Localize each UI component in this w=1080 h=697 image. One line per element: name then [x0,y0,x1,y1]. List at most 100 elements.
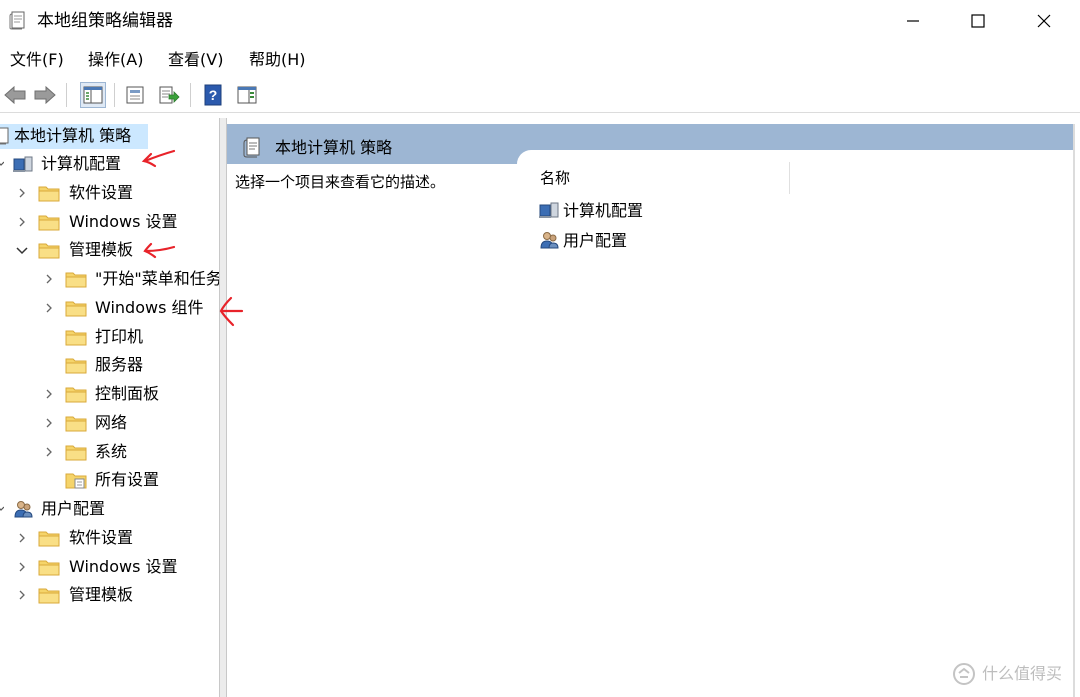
chevron-right-icon[interactable] [43,416,55,430]
tree-item-label: 网络 [95,413,128,432]
tree-item-software-settings[interactable]: 软件设置 [0,179,219,207]
chevron-down-icon[interactable] [15,243,29,257]
chevron-right-icon[interactable] [16,588,28,602]
minimize-button[interactable] [880,0,946,42]
list-item-label: 用户配置 [563,231,628,250]
tree-item-windows-settings[interactable]: Windows 设置 [0,208,219,236]
tree-item-label: 服务器 [95,355,144,374]
folder-icon [65,272,87,288]
menu-help[interactable]: 帮助(H) [247,50,308,70]
tree-item-control-panel[interactable]: 控制面板 [0,380,219,408]
back-arrow-icon [4,85,26,105]
pane-border [1073,124,1075,697]
pane-splitter[interactable] [219,118,227,697]
chevron-right-icon[interactable] [43,445,55,459]
settings-folder-icon [65,473,87,489]
tree-item-label: 本地计算机 策略 [14,126,132,145]
console-tree-icon [83,86,103,104]
chevron-right-icon[interactable] [16,560,28,574]
help-icon: ? [204,84,222,106]
svg-text:?: ? [209,87,218,103]
properties-button[interactable] [122,82,148,108]
folder-icon [38,215,60,231]
export-list-icon [159,86,180,104]
tree-item-user-admin-templates[interactable]: 管理模板 [0,581,219,609]
maximize-button[interactable] [945,0,1011,42]
folder-icon [38,186,60,202]
folder-icon [38,243,60,259]
tree-item-windows-components[interactable]: Windows 组件 [0,294,219,322]
users-icon [540,232,559,249]
menu-file[interactable]: 文件(F) [8,50,66,70]
tree-item-label: 用户配置 [41,499,106,518]
tree-item-user-software-settings[interactable]: 软件设置 [0,524,219,552]
annotation-arrow-icon [143,242,176,259]
folder-icon [38,588,60,604]
chevron-right-icon[interactable] [16,215,28,229]
smzdm-logo-icon [953,663,975,685]
tree-item-user-config[interactable]: 用户配置 [0,495,219,523]
close-button[interactable] [1011,0,1077,42]
computer-icon [13,156,33,172]
tree-item-admin-templates[interactable]: 管理模板 [0,236,219,264]
column-divider[interactable] [789,162,790,194]
folder-icon [65,387,87,403]
folder-icon [65,301,87,317]
tree-item-label: 系统 [95,442,128,461]
export-list-button[interactable] [156,82,182,108]
chevron-down-icon[interactable] [0,502,4,516]
show-hide-console-tree-button[interactable] [80,82,106,108]
forward-arrow-icon [34,85,56,105]
tree-item-user-windows-settings[interactable]: Windows 设置 [0,553,219,581]
chevron-down-icon[interactable] [0,157,4,171]
column-header-name[interactable]: 名称 [540,168,570,188]
menu-view[interactable]: 查看(V) [166,50,225,70]
console-tree: 本地计算机 策略 计算机配置 软件设置 Windows 设置 管理模板 "开始"… [0,118,219,697]
annotation-arrow-icon [141,149,176,168]
tree-item-label: 控制面板 [95,384,160,403]
help-button[interactable]: ? [200,82,226,108]
folder-icon [38,560,60,576]
details-pane: 本地计算机 策略 选择一个项目来查看它的描述。 名称 计算机配置 用户配置 [227,118,1080,697]
tree-item-label: "开始"菜单和任务栏 [95,269,219,288]
computer-icon [539,202,559,218]
tree-item-servers[interactable]: 服务器 [0,351,219,379]
chevron-right-icon[interactable] [43,387,55,401]
chevron-right-icon[interactable] [43,301,55,315]
minimize-icon [907,20,919,22]
chevron-right-icon[interactable] [43,272,55,286]
chevron-right-icon[interactable] [16,531,28,545]
forward-button[interactable] [32,82,58,108]
chevron-right-icon[interactable] [16,186,28,200]
tree-item-computer-config[interactable]: 计算机配置 [0,150,219,178]
title-bar: 本地组策略编辑器 [0,0,1080,42]
folder-icon [38,531,60,547]
tree-item-start-menu[interactable]: "开始"菜单和任务栏 [0,265,219,293]
tree-item-system[interactable]: 系统 [0,438,219,466]
annotation-arrow-icon [219,296,244,327]
show-hide-action-pane-button[interactable] [234,82,260,108]
close-icon [1037,14,1051,28]
back-button[interactable] [2,82,28,108]
window-title: 本地组策略编辑器 [37,11,173,31]
folder-icon [65,358,87,374]
maximize-icon [971,14,985,28]
tree-item-label: 管理模板 [69,585,134,604]
tree-item-network[interactable]: 网络 [0,409,219,437]
watermark-text: 什么值得买 [982,664,1063,683]
toolbar: ? [0,78,1080,113]
tree-item-label: Windows 设置 [69,212,178,231]
tree-item-label: 软件设置 [69,183,134,202]
tree-item-printers[interactable]: 打印机 [0,323,219,351]
tree-item-all-settings[interactable]: 所有设置 [0,466,219,494]
watermark: 什么值得买 [952,660,1076,690]
tree-item-label: 打印机 [95,327,144,346]
menu-action[interactable]: 操作(A) [86,50,145,70]
policy-scroll-icon [243,137,260,158]
tree-item-root[interactable]: 本地计算机 策略 [0,122,219,150]
menu-bar: 文件(F) 操作(A) 查看(V) 帮助(H) [0,44,1080,76]
folder-icon [65,330,87,346]
tree-item-label: 软件设置 [69,528,134,547]
tree-item-label: Windows 组件 [95,298,204,317]
details-header-title: 本地计算机 策略 [275,138,393,157]
